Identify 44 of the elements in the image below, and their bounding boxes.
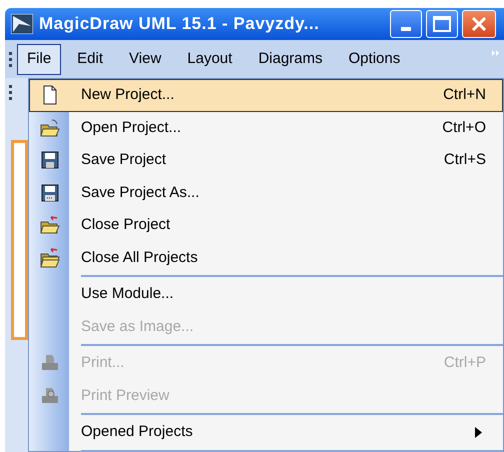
menu-item[interactable]: Save Project As... (29, 176, 503, 209)
menu-item-label: Save as Image... (81, 316, 194, 336)
menu-bar-item[interactable]: Layout (177, 44, 242, 74)
grip-icon (9, 51, 13, 67)
menu-item-label: Save Project (81, 150, 166, 170)
folders-icon (40, 248, 60, 268)
menu-item[interactable]: New Project... Ctrl+N (29, 79, 503, 112)
menu-bar-item[interactable]: View (119, 44, 172, 74)
maximize-button[interactable] (426, 10, 458, 38)
shortcut-label: Ctrl+S (444, 150, 486, 170)
menu-item-label: Use Module... (81, 284, 174, 304)
menu-bar-item[interactable]: Options (338, 44, 410, 74)
menu-bar-item[interactable]: Edit (67, 44, 114, 74)
menu-item-label: Print... (81, 353, 124, 373)
minimize-button[interactable] (390, 10, 422, 38)
folder-icon (40, 215, 60, 236)
shortcut-label: Ctrl+P (444, 353, 486, 373)
shortcut-label: Ctrl+N (443, 85, 486, 105)
submenu-arrow-icon (475, 426, 482, 438)
menu-item[interactable]: Opened Projects (29, 416, 503, 448)
close-icon (471, 16, 487, 32)
window-title: MagicDraw UML 15.1 - Pavyzdy... (39, 13, 320, 36)
app-logo-icon (11, 14, 33, 34)
menu-item-label: Save Project As... (81, 182, 200, 202)
menu-item-label: New Project... (81, 85, 174, 105)
open-folder-icon (40, 118, 60, 138)
close-button[interactable] (462, 10, 496, 38)
menu-item-label: Close Project (81, 215, 170, 235)
menu-bar-item[interactable]: File (17, 44, 62, 74)
shortcut-label: Ctrl+O (442, 118, 486, 138)
menu-item-label: Print Preview (81, 386, 170, 406)
menu-item[interactable]: Close Project (29, 209, 503, 242)
menu-item-label: Open Project... (81, 118, 182, 138)
maximize-icon (433, 16, 451, 32)
menu-item-label: Opened Projects (81, 422, 193, 442)
printer-icon (40, 386, 60, 406)
menu-item[interactable]: Use Module... (29, 278, 503, 310)
menu-bar-item[interactable]: Diagrams (248, 44, 333, 74)
minimize-icon (401, 27, 411, 31)
menu-item[interactable]: Save Project Ctrl+S (29, 144, 503, 176)
menu-item[interactable]: Close All Projects (29, 242, 503, 274)
menu-item-label: Close All Projects (81, 248, 198, 268)
menu-item[interactable]: Open Project... Ctrl+O (29, 112, 503, 144)
grip-icon (9, 84, 13, 100)
